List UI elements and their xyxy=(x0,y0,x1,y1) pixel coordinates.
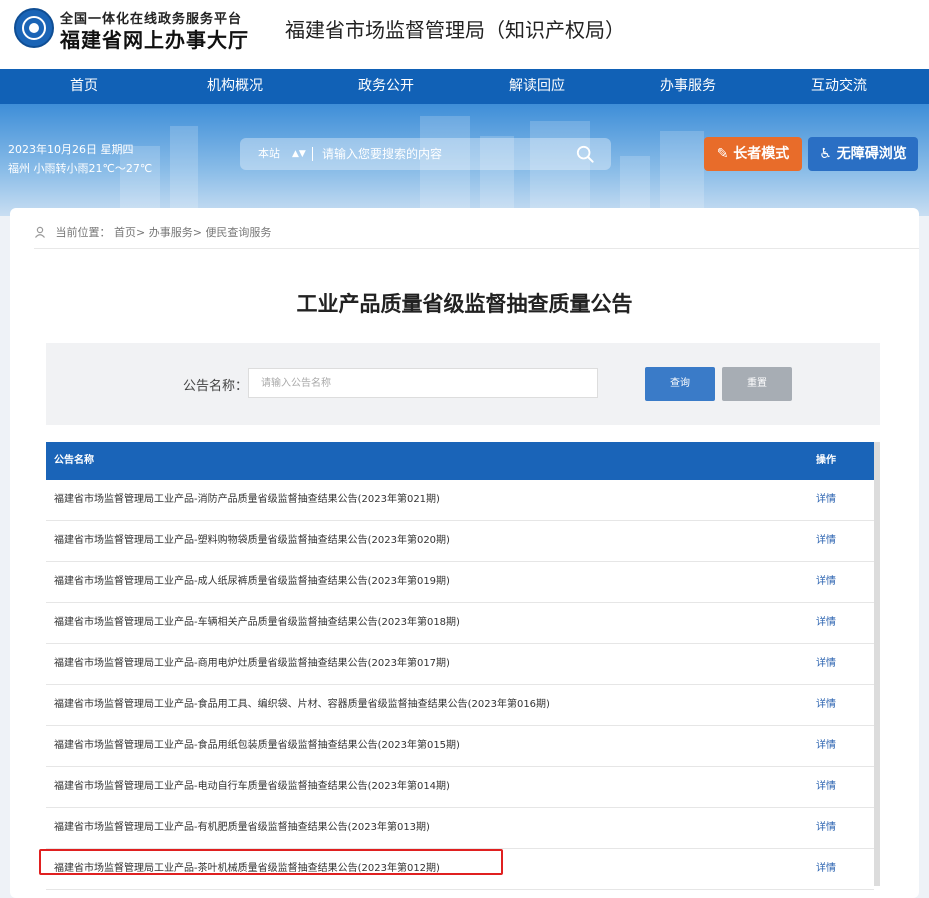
filter-label: 公告名称： xyxy=(183,379,249,394)
table-header: 公告名称 操作 xyxy=(46,442,874,480)
detail-link[interactable]: 详情 xyxy=(816,685,836,725)
current-date: 2023年10月26日 星期四 xyxy=(8,143,134,156)
highlight-box xyxy=(39,849,503,875)
column-header-name: 公告名称 xyxy=(54,455,94,466)
breadcrumb-public-query[interactable]: 便民查询服务 xyxy=(205,226,271,239)
nav-item-home[interactable]: 首页 xyxy=(24,69,144,104)
detail-link[interactable]: 详情 xyxy=(816,767,836,807)
table-row: 福建省市场监督管理局工业产品-商用电炉灶质量省级监督抽查结果公告(2023年第0… xyxy=(46,644,874,685)
nav-item-org-overview[interactable]: 机构概况 xyxy=(175,69,295,104)
wheelchair-icon: ♿ xyxy=(819,146,832,162)
banner-building xyxy=(660,131,704,216)
main-nav: 首页 机构概况 政务公开 解读回应 办事服务 互动交流 xyxy=(0,69,929,104)
announcement-title-link[interactable]: 福建省市场监督管理局工业产品-食品用纸包装质量省级监督抽查结果公告(2023年第… xyxy=(54,726,460,766)
detail-link[interactable]: 详情 xyxy=(816,603,836,643)
detail-link[interactable]: 详情 xyxy=(816,644,836,684)
site-search: 本站 ▲▼ xyxy=(240,138,611,170)
breadcrumb-separator: > xyxy=(136,226,146,239)
announcement-table: 公告名称 操作 福建省市场监督管理局工业产品-消防产品质量省级监督抽查结果公告(… xyxy=(46,442,874,890)
table-row: 福建省市场监督管理局工业产品-电动自行车质量省级监督抽查结果公告(2023年第0… xyxy=(46,767,874,808)
query-button[interactable]: 查询 xyxy=(645,367,715,401)
location-person-icon xyxy=(35,226,45,238)
search-scope-select[interactable]: 本站 xyxy=(258,138,280,170)
announcement-title-link[interactable]: 福建省市场监督管理局工业产品-塑料购物袋质量省级监督抽查结果公告(2023年第0… xyxy=(54,521,450,561)
table-row: 福建省市场监督管理局工业产品-食品用工具、编织袋、片材、容器质量省级监督抽查结果… xyxy=(46,685,874,726)
elder-mode-label: 长者模式 xyxy=(733,146,790,162)
table-row: 福建省市场监督管理局工业产品-有机肥质量省级监督抽查结果公告(2023年第013… xyxy=(46,808,874,849)
detail-link[interactable]: 详情 xyxy=(816,849,836,889)
nav-item-gov-affairs[interactable]: 政务公开 xyxy=(326,69,446,104)
page-title: 工业产品质量省级监督抽查质量公告 xyxy=(296,292,633,316)
search-icon[interactable] xyxy=(576,145,594,163)
announcement-title-link[interactable]: 福建省市场监督管理局工业产品-商用电炉灶质量省级监督抽查结果公告(2023年第0… xyxy=(54,644,450,684)
breadcrumb-prefix: 当前位置： xyxy=(55,226,111,239)
breadcrumb: 当前位置： 首页> 办事服务> 便民查询服务 xyxy=(34,224,271,240)
announcement-title-link[interactable]: 福建省市场监督管理局工业产品-食品用工具、编织袋、片材、容器质量省级监督抽查结果… xyxy=(54,685,550,725)
elder-mode-button[interactable]: ✎ 长者模式 xyxy=(704,137,802,171)
accessible-browse-label: 无障碍浏览 xyxy=(836,146,907,162)
breadcrumb-divider xyxy=(34,248,919,249)
site-header: 全国一体化在线政务服务平台 福建省网上办事大厅 福建省市场监督管理局（知识产权局… xyxy=(0,0,929,69)
announcement-title-link[interactable]: 福建省市场监督管理局工业产品-成人纸尿裤质量省级监督抽查结果公告(2023年第0… xyxy=(54,562,450,602)
filter-bar: 公告名称： 查询 重置 xyxy=(46,343,880,425)
table-row: 福建省市场监督管理局工业产品-车辆相关产品质量省级监督抽查结果公告(2023年第… xyxy=(46,603,874,644)
nav-item-interaction[interactable]: 互动交流 xyxy=(779,69,899,104)
announcement-title-link[interactable]: 福建省市场监督管理局工业产品-有机肥质量省级监督抽查结果公告(2023年第013… xyxy=(54,808,430,848)
detail-link[interactable]: 详情 xyxy=(816,726,836,766)
table-scrollbar[interactable] xyxy=(874,442,880,886)
announcement-name-input[interactable] xyxy=(248,368,598,398)
elder-icon: ✎ xyxy=(716,146,729,162)
detail-link[interactable]: 详情 xyxy=(816,521,836,561)
detail-link[interactable]: 详情 xyxy=(816,480,836,520)
column-header-operation: 操作 xyxy=(816,455,836,466)
reset-button[interactable]: 重置 xyxy=(722,367,792,401)
detail-link[interactable]: 详情 xyxy=(816,808,836,848)
announcement-title-link[interactable]: 福建省市场监督管理局工业产品-电动自行车质量省级监督抽查结果公告(2023年第0… xyxy=(54,767,450,807)
table-row: 福建省市场监督管理局工业产品-塑料购物袋质量省级监督抽查结果公告(2023年第0… xyxy=(46,521,874,562)
logo-title[interactable]: 福建省网上办事大厅 xyxy=(60,24,249,53)
breadcrumb-services[interactable]: 办事服务 xyxy=(149,226,193,239)
banner-building xyxy=(170,126,198,216)
breadcrumb-home[interactable]: 首页 xyxy=(114,226,136,239)
nav-item-services[interactable]: 办事服务 xyxy=(628,69,748,104)
site-logo-icon[interactable] xyxy=(14,8,54,48)
department-title: 福建省市场监督管理局（知识产权局） xyxy=(285,18,625,42)
announcement-title-link[interactable]: 福建省市场监督管理局工业产品-消防产品质量省级监督抽查结果公告(2023年第02… xyxy=(54,480,440,520)
banner: 2023年10月26日 星期四 福州 小雨转小雨21℃～27℃ 本站 ▲▼ ✎ … xyxy=(0,104,929,216)
nav-item-interpretation[interactable]: 解读回应 xyxy=(477,69,597,104)
breadcrumb-separator: > xyxy=(192,226,202,239)
weather-info: 福州 小雨转小雨21℃～27℃ xyxy=(8,162,153,175)
table-row: 福建省市场监督管理局工业产品-食品用纸包装质量省级监督抽查结果公告(2023年第… xyxy=(46,726,874,767)
search-input[interactable] xyxy=(322,144,562,164)
scope-updown-icon[interactable]: ▲▼ xyxy=(292,138,306,170)
detail-link[interactable]: 详情 xyxy=(816,562,836,602)
search-divider xyxy=(312,147,313,161)
banner-building xyxy=(620,156,650,216)
accessible-browse-button[interactable]: ♿ 无障碍浏览 xyxy=(808,137,918,171)
table-row: 福建省市场监督管理局工业产品-消防产品质量省级监督抽查结果公告(2023年第02… xyxy=(46,480,874,521)
table-body: 福建省市场监督管理局工业产品-消防产品质量省级监督抽查结果公告(2023年第02… xyxy=(46,480,874,890)
announcement-title-link[interactable]: 福建省市场监督管理局工业产品-车辆相关产品质量省级监督抽查结果公告(2023年第… xyxy=(54,603,460,643)
table-row: 福建省市场监督管理局工业产品-成人纸尿裤质量省级监督抽查结果公告(2023年第0… xyxy=(46,562,874,603)
